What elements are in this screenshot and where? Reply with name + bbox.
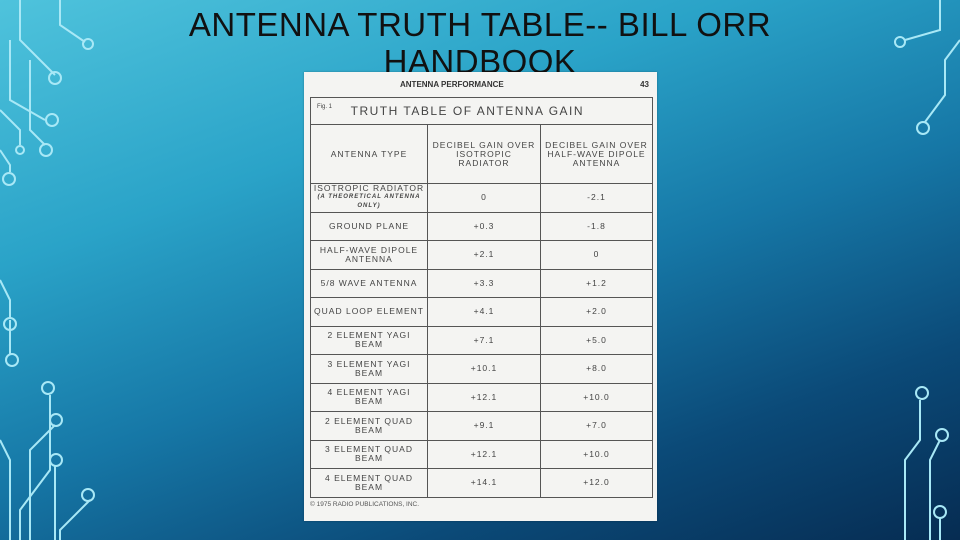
antenna-type: QUAD LOOP ELEMENT <box>314 306 424 317</box>
dipole-gain-cell: +8.0 <box>540 354 653 384</box>
table-title-cell: Fig. 1 TRUTH TABLE OF ANTENNA GAIN <box>310 97 653 125</box>
isotropic-gain-cell: +2.1 <box>427 240 541 270</box>
table-row: QUAD LOOP ELEMENT +4.1 +2.0 <box>310 297 653 327</box>
type-cell: 2 ELEMENT QUAD BEAM <box>310 411 428 441</box>
table-row: HALF-WAVE DIPOLE ANTENNA +2.1 0 <box>310 240 653 270</box>
antenna-type: GROUND PLANE <box>328 220 409 231</box>
antenna-note: (A THEORETICAL ANTENNA ONLY) <box>317 194 421 210</box>
column-header: ANTENNA TYPE <box>310 124 428 184</box>
slide-title: ANTENNA TRUTH TABLE-- BILL ORR HANDBOOK <box>188 6 772 80</box>
table-row: GROUND PLANE +0.3 -1.8 <box>310 211 653 241</box>
table-row: ISOTROPIC RADIATOR (A THEORETICAL ANTENNA… <box>310 183 653 213</box>
type-cell: 3 ELEMENT YAGI BEAM <box>310 354 428 384</box>
type-cell: HALF-WAVE DIPOLE ANTENNA <box>310 240 428 270</box>
dipole-gain-cell: +7.0 <box>540 411 653 441</box>
isotropic-gain-cell: +10.1 <box>427 354 541 384</box>
isotropic-gain-cell: 0 <box>427 183 541 213</box>
antenna-type: 2 ELEMENT YAGI BEAM <box>327 330 411 350</box>
antenna-type: 3 ELEMENT QUAD BEAM <box>324 444 413 464</box>
type-cell: ISOTROPIC RADIATOR (A THEORETICAL ANTENNA… <box>310 183 428 213</box>
isotropic-gain-cell: +14.1 <box>427 468 541 498</box>
dipole-gain-cell: -2.1 <box>540 183 653 213</box>
table-row: 4 ELEMENT YAGI BEAM +12.1 +10.0 <box>310 382 653 412</box>
scanned-table-image: ANTENNA PERFORMANCE 43 Fig. 1 TRUTH TABL… <box>304 72 657 521</box>
column-header: DECIBEL GAIN OVER ISOTROPIC RADIATOR <box>427 124 541 184</box>
type-cell: 3 ELEMENT QUAD BEAM <box>310 439 428 469</box>
isotropic-gain-cell: +4.1 <box>427 297 541 327</box>
antenna-type: 4 ELEMENT YAGI BEAM <box>327 387 411 407</box>
column-header: DECIBEL GAIN OVER HALF-WAVE DIPOLE ANTEN… <box>540 124 653 184</box>
dipole-gain-cell: +1.2 <box>540 268 653 298</box>
table-row: 3 ELEMENT YAGI BEAM +10.1 +8.0 <box>310 354 653 384</box>
table-row: 4 ELEMENT QUAD BEAM +14.1 +12.0 <box>310 468 653 498</box>
antenna-type: 3 ELEMENT YAGI BEAM <box>327 358 411 378</box>
isotropic-gain-cell: +0.3 <box>427 211 541 241</box>
page-header-title: ANTENNA PERFORMANCE <box>400 80 504 89</box>
type-cell: QUAD LOOP ELEMENT <box>310 297 428 327</box>
fig-label: Fig. 1 <box>317 104 333 110</box>
type-cell: 2 ELEMENT YAGI BEAM <box>310 325 428 355</box>
dipole-gain-cell: -1.8 <box>540 211 653 241</box>
isotropic-gain-cell: +3.3 <box>427 268 541 298</box>
antenna-type: 5/8 WAVE ANTENNA <box>320 277 418 288</box>
isotropic-gain-cell: +12.1 <box>427 439 541 469</box>
type-cell: 4 ELEMENT QUAD BEAM <box>310 468 428 498</box>
dipole-gain-cell: +5.0 <box>540 325 653 355</box>
dipole-gain-cell: +10.0 <box>540 382 653 412</box>
table-row: 5/8 WAVE ANTENNA +3.3 +1.2 <box>310 268 653 298</box>
antenna-gain-table: Fig. 1 TRUTH TABLE OF ANTENNA GAIN ANTEN… <box>310 97 653 498</box>
dipole-gain-cell: +10.0 <box>540 439 653 469</box>
type-cell: GROUND PLANE <box>310 211 428 241</box>
page-number: 43 <box>640 80 649 89</box>
dipole-gain-cell: +2.0 <box>540 297 653 327</box>
type-cell: 5/8 WAVE ANTENNA <box>310 268 428 298</box>
antenna-type: HALF-WAVE DIPOLE ANTENNA <box>319 244 419 264</box>
table-title: TRUTH TABLE OF ANTENNA GAIN <box>350 104 585 118</box>
antenna-type: ISOTROPIC RADIATOR <box>313 183 425 194</box>
table-row: 2 ELEMENT QUAD BEAM +9.1 +7.0 <box>310 411 653 441</box>
table-row: 2 ELEMENT YAGI BEAM +7.1 +5.0 <box>310 325 653 355</box>
dipole-gain-cell: +12.0 <box>540 468 653 498</box>
isotropic-gain-cell: +9.1 <box>427 411 541 441</box>
dipole-gain-cell: 0 <box>540 240 653 270</box>
copyright: © 1975 RADIO PUBLICATIONS, INC. <box>310 501 420 508</box>
antenna-type: 2 ELEMENT QUAD BEAM <box>324 415 413 435</box>
isotropic-gain-cell: +7.1 <box>427 325 541 355</box>
isotropic-gain-cell: +12.1 <box>427 382 541 412</box>
table-row: 3 ELEMENT QUAD BEAM +12.1 +10.0 <box>310 439 653 469</box>
antenna-type: 4 ELEMENT QUAD BEAM <box>324 472 413 492</box>
type-cell: 4 ELEMENT YAGI BEAM <box>310 382 428 412</box>
